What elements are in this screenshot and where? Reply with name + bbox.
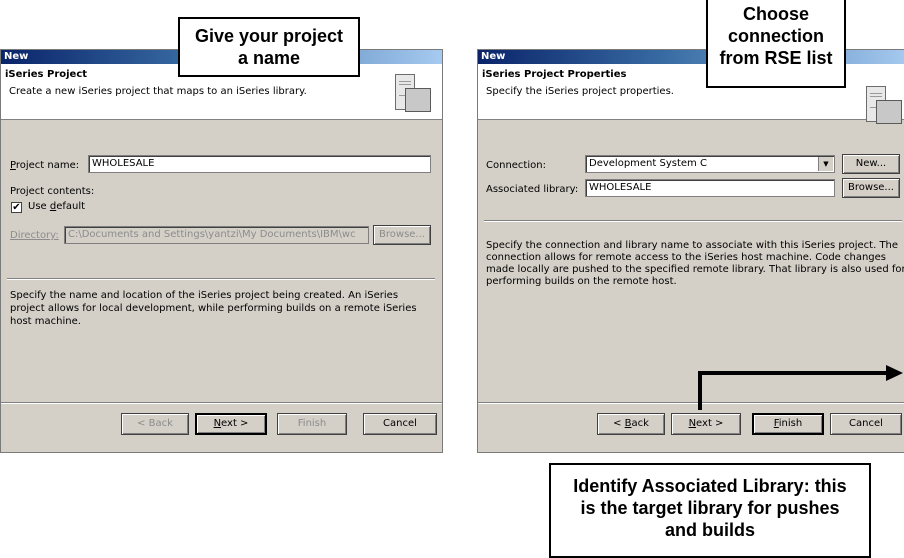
use-default-label: Use default: [28, 201, 86, 212]
project-name-input[interactable]: WHOLESALE: [88, 155, 431, 173]
separator: [484, 220, 902, 222]
next-button[interactable]: Next >: [195, 413, 267, 435]
connection-label: Connection:: [486, 160, 546, 171]
description-line: project allows for local development, wh…: [10, 303, 417, 314]
project-wizard-icon: [393, 74, 431, 114]
browse-button[interactable]: Browse...: [373, 225, 431, 245]
directory-input[interactable]: C:\Documents and Settings\yantzi\My Docu…: [64, 226, 369, 244]
cancel-button[interactable]: Cancel: [363, 413, 437, 435]
directory-label: Directory:: [10, 230, 59, 241]
callout-associated-library: Identify Associated Library: this is the…: [549, 463, 871, 558]
button-bar-separator: [1, 402, 442, 404]
finish-button[interactable]: Finish: [277, 413, 347, 435]
chevron-down-icon[interactable]: ▼: [818, 157, 833, 171]
connection-dropdown[interactable]: Development System C ▼: [585, 155, 835, 173]
banner-title: iSeries Project Properties: [482, 69, 627, 80]
associated-library-input[interactable]: WHOLESALE: [585, 179, 835, 197]
project-contents-label: Project contents:: [10, 186, 95, 197]
callout-project-name: Give your project a name: [178, 17, 360, 77]
cancel-button[interactable]: Cancel: [830, 413, 902, 435]
project-wizard-icon: [864, 86, 902, 126]
banner-description: Specify the iSeries project properties.: [486, 86, 674, 97]
description-line: Specify the name and location of the iSe…: [10, 290, 399, 301]
back-button[interactable]: < Back: [597, 413, 665, 435]
project-properties-wizard-dialog: New iSeries Project Properties Specify t…: [477, 49, 904, 453]
callout-choose-connection: Choose connection from RSE list: [706, 0, 846, 88]
back-button[interactable]: < Back: [121, 413, 189, 435]
project-name-label: Project name:: [10, 160, 80, 171]
separator: [7, 278, 435, 280]
banner-title: iSeries Project: [5, 69, 88, 80]
next-button[interactable]: Next >: [671, 413, 741, 435]
finish-button[interactable]: Finish: [752, 413, 824, 435]
use-default-checkbox[interactable]: ✔: [11, 202, 22, 213]
button-bar-separator: [478, 402, 904, 404]
associated-library-label: Associated library:: [486, 184, 579, 195]
new-project-wizard-dialog: New iSeries Project Create a new iSeries…: [0, 49, 443, 453]
description-line: host machine.: [10, 316, 81, 327]
browse-library-button[interactable]: Browse...: [842, 178, 900, 198]
new-connection-button[interactable]: New...: [842, 154, 900, 174]
description-line: performing builds on the remote host.: [486, 276, 677, 287]
banner-description: Create a new iSeries project that maps t…: [9, 86, 307, 97]
